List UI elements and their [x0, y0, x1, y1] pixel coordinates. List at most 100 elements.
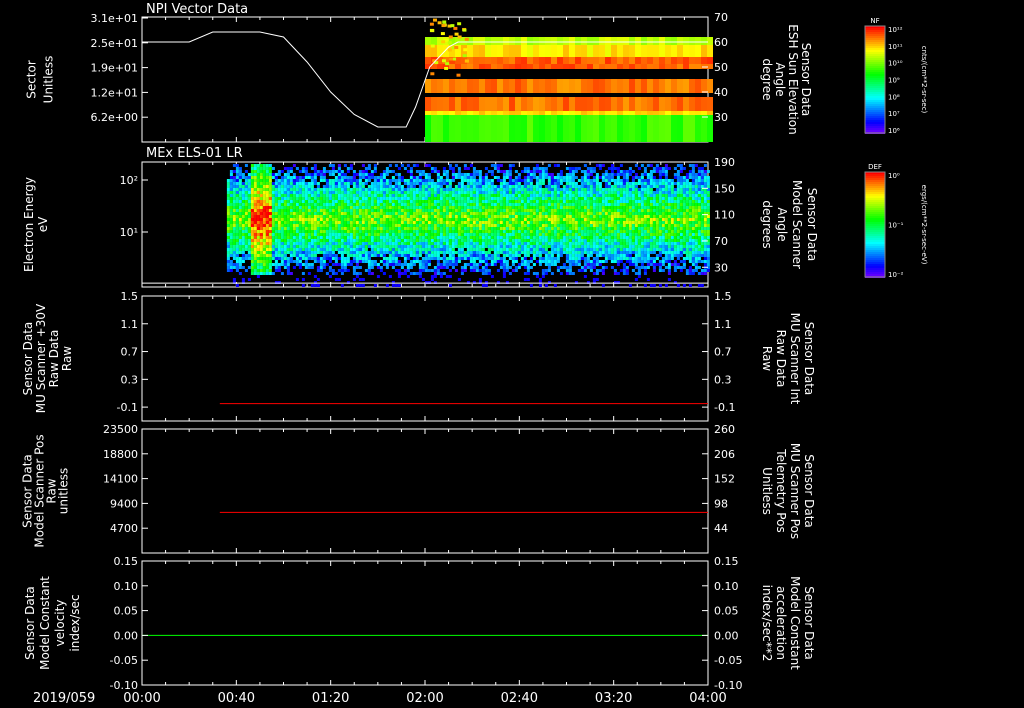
spectrogram-cell: [298, 257, 302, 260]
spectrogram-cell: [268, 239, 272, 242]
spectrogram-cell: [695, 57, 701, 64]
spectrogram-cell: [469, 230, 473, 233]
spectrogram-cell: [379, 221, 383, 224]
spectrogram-cell: [367, 233, 371, 236]
spectrogram-cell: [683, 79, 689, 93]
spectrogram-cell: [641, 97, 647, 111]
spectrogram-cell: [328, 188, 332, 191]
spectrogram-cell: [502, 239, 506, 242]
spectrogram-cell: [586, 173, 590, 176]
spectrogram-cell: [463, 191, 467, 194]
spectrogram-cell: [364, 248, 368, 251]
spectrogram-cell: [487, 215, 491, 218]
spectrogram-cell: [385, 173, 389, 176]
spectrogram-cell: [427, 209, 431, 212]
spectrogram-cell: [361, 191, 365, 194]
spectrogram-cell: [431, 97, 437, 111]
spectrogram-cell: [421, 170, 425, 173]
spectrogram-cell: [463, 221, 467, 224]
spectrogram-cell: [607, 188, 611, 191]
spectrogram-cell: [295, 260, 299, 263]
spectrogram-cell: [541, 242, 545, 245]
spectrogram-cell: [502, 197, 506, 200]
spectrogram-cell: [475, 239, 479, 242]
spectrogram-cell: [514, 197, 518, 200]
spectrogram-cell: [707, 115, 713, 142]
spectrogram-cell: [316, 203, 320, 206]
spectrogram-cell: [448, 269, 452, 272]
spectrogram-cell: [265, 224, 269, 227]
spectrogram-cell: [277, 221, 281, 224]
spectrogram-cell: [607, 230, 611, 233]
spectrogram-cell: [441, 24, 446, 28]
spectrogram-cell: [610, 239, 614, 242]
spectrogram-cell: [559, 230, 563, 233]
spectrogram-cell: [445, 215, 449, 218]
spectrogram-cell: [475, 221, 479, 224]
spectrogram-cell: [301, 272, 305, 275]
spectrogram-cell: [604, 182, 608, 185]
spectrogram-cell: [607, 179, 611, 182]
spectrogram-cell: [523, 209, 527, 212]
spectrogram-cell: [451, 179, 455, 182]
spectrogram-cell: [238, 197, 242, 200]
spectrogram-cell: [448, 275, 452, 278]
spectrogram-cell: [427, 263, 431, 266]
spectrogram-cell: [571, 179, 575, 182]
spectrogram-cell: [292, 191, 296, 194]
spectrogram-cell: [277, 239, 281, 242]
spectrogram-cell: [298, 188, 302, 191]
spectrogram-cell: [352, 272, 356, 275]
spectrogram-cell: [605, 64, 611, 69]
spectrogram-cell: [509, 97, 515, 111]
spectrogram-cell: [436, 251, 440, 254]
spectrogram-cell: [415, 224, 419, 227]
spectrogram-cell: [484, 215, 488, 218]
spectrogram-cell: [508, 200, 512, 203]
spectrogram-cell: [577, 167, 581, 170]
spectrogram-cell: [517, 197, 521, 200]
spectrogram-cell: [331, 209, 335, 212]
spectrogram-cell: [415, 164, 419, 167]
spectrogram-cell: [517, 182, 521, 185]
spectrogram-cell: [286, 194, 290, 197]
spectrogram-cell: [457, 182, 461, 185]
spectrogram-cell: [557, 115, 563, 142]
spectrogram-cell: [487, 224, 491, 227]
spectrogram-cell: [415, 260, 419, 263]
spectrogram-cell: [499, 215, 503, 218]
spectrogram-cell: [406, 206, 410, 209]
spectrogram-cell: [322, 197, 326, 200]
spectrogram-cell: [466, 194, 470, 197]
spectrogram-cell: [526, 251, 530, 254]
spectrogram-cell: [433, 167, 437, 170]
spectrogram-cell: [259, 179, 263, 182]
spectrogram-cell: [451, 188, 455, 191]
spectrogram-cell: [397, 194, 401, 197]
spectrogram-cell: [502, 176, 506, 179]
spectrogram-cell: [247, 224, 251, 227]
spectrogram-cell: [286, 221, 290, 224]
spectrogram-cell: [331, 164, 335, 167]
spectrogram-cell: [491, 79, 497, 93]
spectrogram-cell: [265, 194, 269, 197]
spectrogram-cell: [472, 209, 476, 212]
spectrogram-cell: [466, 248, 470, 251]
spectrogram-cell: [343, 227, 347, 230]
spectrogram-cell: [229, 179, 233, 182]
spectrogram-cell: [535, 167, 539, 170]
spectrogram-cell: [373, 227, 377, 230]
spectrogram-cell: [502, 275, 506, 278]
spectrogram-cell: [569, 79, 575, 93]
spectrogram-cell: [496, 179, 500, 182]
spectrogram-cell: [307, 185, 311, 188]
spectrogram-cell: [607, 242, 611, 245]
spectrogram-cell: [445, 221, 449, 224]
spectrogram-cell: [388, 227, 392, 230]
spectrogram-cell: [256, 254, 260, 257]
spectrogram-cell: [391, 209, 395, 212]
spectrogram-cell: [544, 200, 548, 203]
spectrogram-cell: [451, 230, 455, 233]
spectrogram-cell: [277, 251, 281, 254]
spectrogram-cell: [583, 206, 587, 209]
